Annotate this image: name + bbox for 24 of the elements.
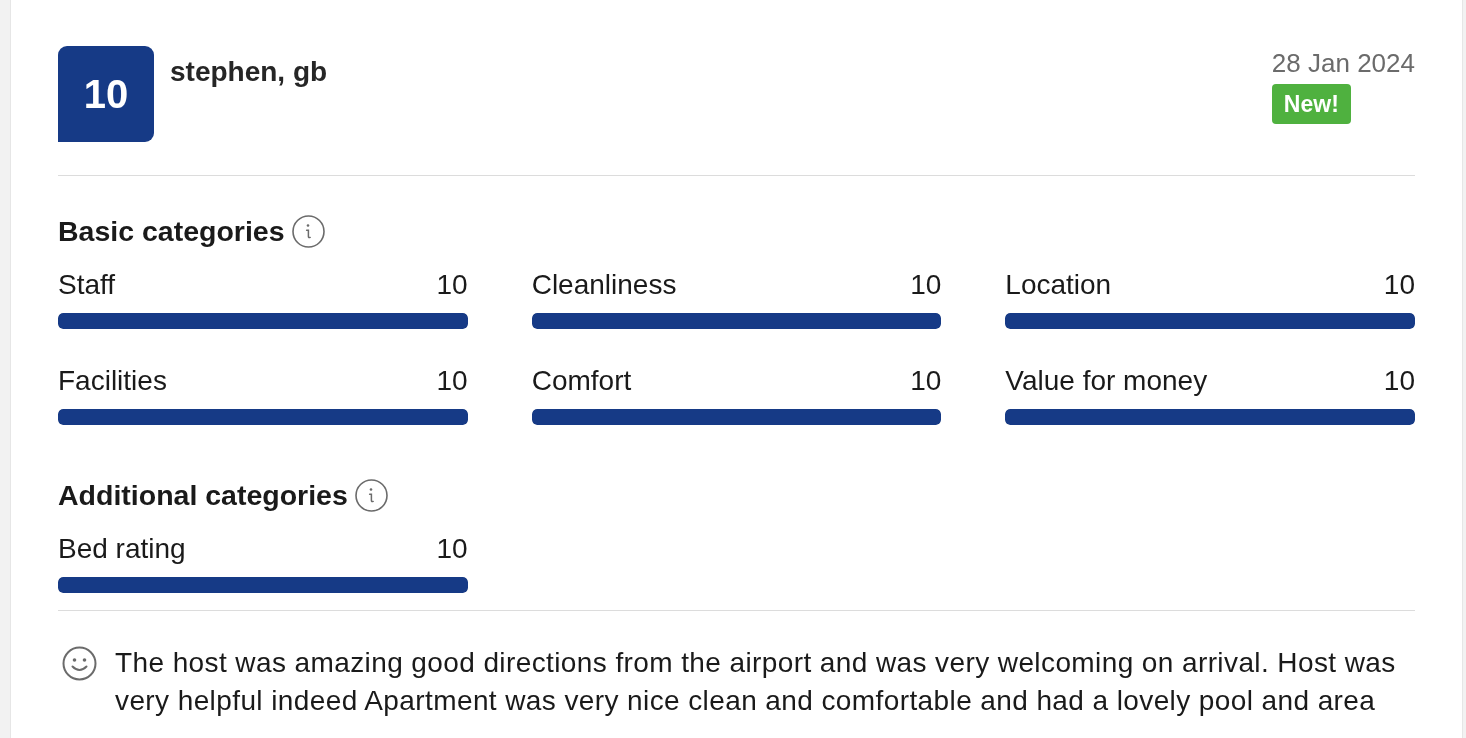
category-label: Cleanliness <box>531 269 677 301</box>
category-score: 10 <box>1383 365 1415 397</box>
category-label: Comfort <box>531 365 632 397</box>
info-icon[interactable] <box>354 478 388 512</box>
category-score: 10 <box>436 269 468 301</box>
category-label: Value for money <box>1005 365 1208 397</box>
score-badge: 10 <box>58 46 154 142</box>
section-title: Additional categories <box>58 479 348 511</box>
category-score: 10 <box>910 365 942 397</box>
smiley-face-icon <box>62 646 97 681</box>
category-score: 10 <box>436 533 468 565</box>
category-score: 10 <box>436 365 468 397</box>
new-badge: New! <box>1271 84 1351 124</box>
category-label: Location <box>1005 269 1112 301</box>
category-label: Facilities <box>58 365 167 397</box>
review-comment: The host was amazing good directions from the airport and was very welcoming on arrival. Host was very helpful indeed Apartment was very nice clean and comfortable and had a lovely pool and area <box>115 646 1397 718</box>
category-score: 10 <box>1383 269 1415 301</box>
review-date: 28 Jan 2024 <box>1271 48 1415 78</box>
category-score: 10 <box>910 269 942 301</box>
section-title: Basic categories <box>58 215 285 247</box>
reviewer-name: stephen, gb <box>170 56 328 88</box>
info-icon[interactable] <box>291 214 325 248</box>
category-label: Staff <box>58 269 116 301</box>
category-label: Bed rating <box>58 533 186 565</box>
